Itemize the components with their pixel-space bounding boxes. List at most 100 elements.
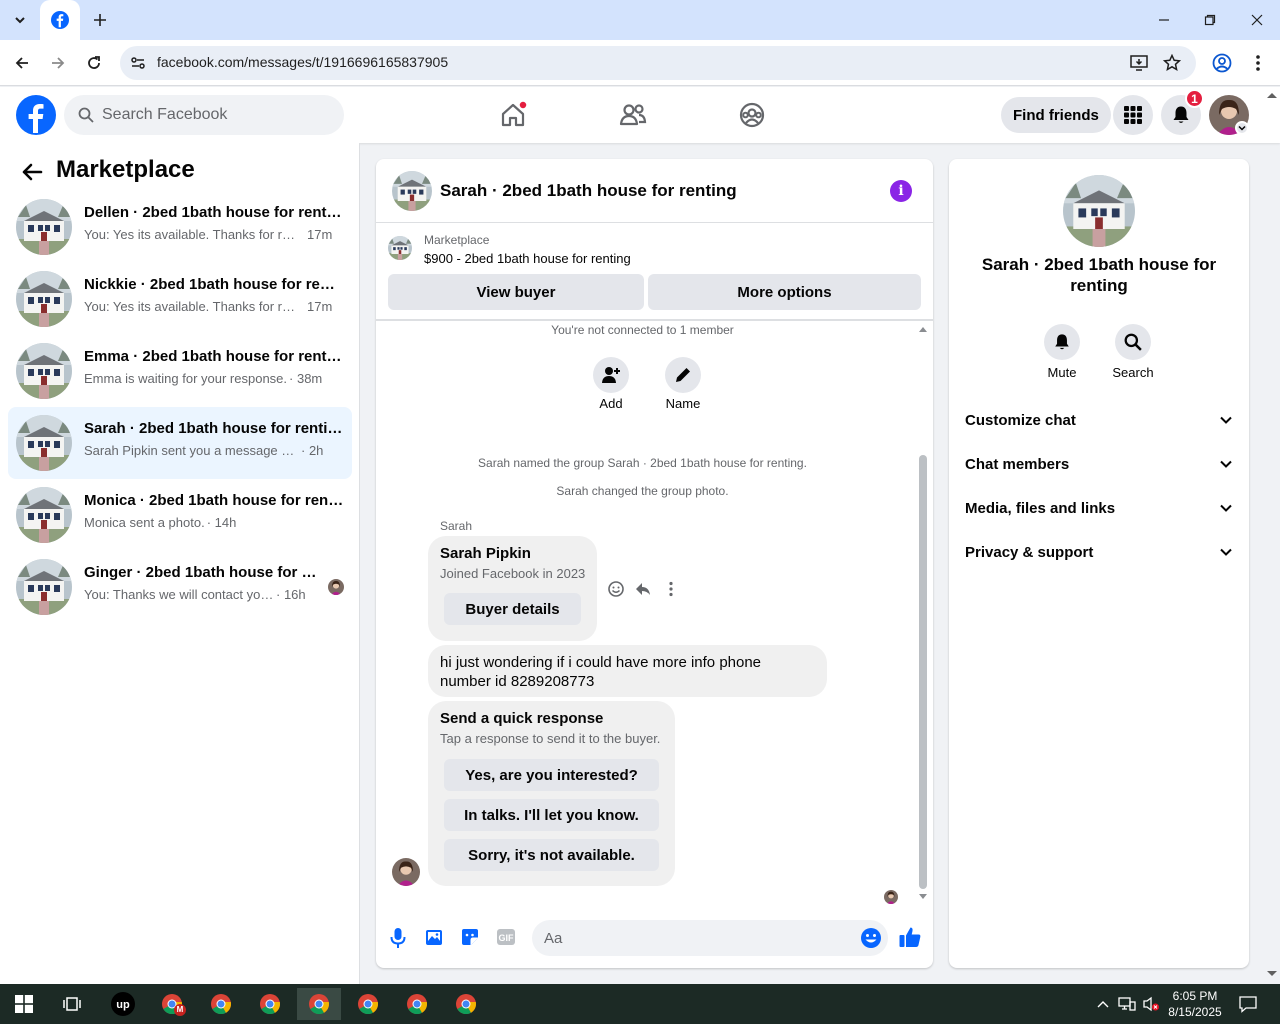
restore-button[interactable] (1190, 6, 1230, 34)
add-member-button[interactable] (593, 357, 629, 393)
site-settings-icon[interactable] (130, 55, 146, 71)
nav-friends[interactable] (613, 95, 653, 135)
task-view-button[interactable] (50, 988, 94, 1020)
reply-icon[interactable] (634, 580, 652, 598)
network-icon[interactable] (1118, 996, 1136, 1012)
sender-name: Sarah (440, 519, 473, 533)
search-conversation-button[interactable] (1115, 324, 1151, 360)
taskbar-chrome-profile[interactable] (395, 988, 439, 1020)
chat-title[interactable]: Sarah · 2bed 1bath house for renting (440, 181, 737, 201)
more-actions-icon[interactable] (664, 580, 678, 598)
account-menu-button[interactable] (1235, 121, 1249, 135)
back-arrow-icon[interactable] (20, 160, 44, 184)
new-tab-button[interactable] (88, 8, 112, 32)
chat-thumbnail[interactable] (392, 171, 432, 211)
privacy-support-section[interactable]: Privacy & support (955, 532, 1243, 572)
taskbar-upwork[interactable]: up (101, 988, 145, 1020)
page-scroll-up-icon[interactable] (1266, 91, 1278, 99)
conversation-name: Emma · 2bed 1bath house for renting (84, 348, 344, 365)
search-input[interactable] (102, 106, 322, 124)
taskbar-chrome-profile[interactable] (248, 988, 292, 1020)
action-center-icon[interactable] (1238, 994, 1258, 1014)
sender-avatar[interactable] (392, 858, 420, 886)
emoji-icon[interactable] (860, 927, 882, 949)
start-button[interactable] (2, 988, 46, 1020)
tray-chevron-up-icon[interactable] (1096, 998, 1110, 1010)
nav-home[interactable] (493, 95, 533, 135)
chevron-down-icon (15, 17, 25, 24)
svg-text:GIF: GIF (499, 933, 515, 943)
photo-icon[interactable] (424, 927, 444, 947)
browser-toolbar: facebook.com/messages/t/1916696165837905 (0, 40, 1280, 86)
more-options-button[interactable]: More options (648, 274, 921, 310)
customize-chat-section[interactable]: Customize chat (955, 400, 1243, 440)
forward-button[interactable] (44, 49, 72, 77)
scroll-down-arrow-icon[interactable] (918, 893, 928, 901)
buyer-details-button[interactable]: Buyer details (444, 593, 581, 625)
house-photo-image (16, 199, 72, 255)
quick-response-talks-button[interactable]: In talks. I'll let you know. (444, 799, 659, 831)
conversation-item[interactable]: Emma · 2bed 1bath house for renting Emma… (8, 335, 352, 407)
chevron-down-icon (1220, 460, 1232, 468)
facebook-search[interactable] (64, 95, 344, 135)
chat-members-section[interactable]: Chat members (955, 444, 1243, 484)
browser-tab-facebook[interactable] (40, 0, 80, 40)
profile-icon[interactable] (1212, 53, 1232, 73)
chevron-down-icon (1220, 504, 1232, 512)
info-icon[interactable]: i (890, 180, 912, 202)
listing-title[interactable]: $900 - 2bed 1bath house for renting (424, 251, 631, 266)
bookmark-star-icon[interactable] (1163, 54, 1181, 72)
back-button[interactable] (8, 49, 36, 77)
nav-groups[interactable] (732, 95, 772, 135)
conversation-item[interactable]: Ginger · 2bed 1bath house for renting Yo… (8, 551, 352, 623)
quick-response-yes-button[interactable]: Yes, are you interested? (444, 759, 659, 791)
conversation-item-active[interactable]: Sarah · 2bed 1bath house for renting Sar… (8, 407, 352, 479)
scroll-up-arrow-icon[interactable] (918, 325, 928, 333)
close-window-button[interactable] (1237, 6, 1277, 34)
conversation-thumbnail (16, 343, 72, 399)
conversation-item[interactable]: Nickkie · 2bed 1bath house for renting Y… (8, 263, 352, 335)
browser-tab-bar (0, 0, 1280, 40)
mute-button[interactable] (1044, 324, 1080, 360)
taskbar-chrome-profile[interactable] (346, 988, 390, 1020)
message-composer[interactable] (532, 920, 888, 956)
media-files-links-section[interactable]: Media, files and links (955, 488, 1243, 528)
gif-icon[interactable]: GIF (496, 928, 516, 946)
address-bar[interactable]: facebook.com/messages/t/1916696165837905 (120, 46, 1196, 80)
taskbar-chrome-profile[interactable] (199, 988, 243, 1020)
conversation-thumbnail (16, 415, 72, 471)
chat-scroll-thumb[interactable] (919, 455, 927, 889)
taskbar-chrome-active[interactable] (297, 988, 341, 1020)
microphone-icon[interactable] (388, 927, 408, 949)
kebab-menu-icon[interactable] (1250, 53, 1266, 73)
taskbar-chrome-profile[interactable] (444, 988, 488, 1020)
quick-response-unavailable-button[interactable]: Sorry, it's not available. (444, 839, 659, 871)
facebook-favicon-icon (51, 11, 69, 29)
message-input[interactable] (544, 929, 844, 947)
tab-search-button[interactable] (8, 8, 32, 32)
facebook-logo-icon[interactable] (16, 95, 56, 135)
taskbar-chrome-gmail[interactable]: M (150, 988, 194, 1020)
find-friends-button[interactable]: Find friends (1001, 97, 1111, 133)
reload-button[interactable] (80, 49, 108, 77)
mute-label: Mute (1047, 365, 1077, 380)
minimize-button[interactable] (1144, 6, 1184, 34)
system-clock[interactable]: 6:05 PM 8/15/2025 (1158, 988, 1232, 1020)
conversation-item[interactable]: Monica · 2bed 1bath house for renting Mo… (8, 479, 352, 551)
like-thumbs-up-icon[interactable] (898, 925, 922, 949)
url-text[interactable]: facebook.com/messages/t/1916696165837905 (157, 54, 448, 70)
menu-button[interactable] (1113, 95, 1153, 135)
react-emoji-icon[interactable] (607, 580, 625, 598)
message-bubble[interactable]: hi just wondering if i could have more i… (428, 645, 827, 697)
conversation-item[interactable]: Dellen · 2bed 1bath house for renting Yo… (8, 191, 352, 263)
chrome-icon (454, 992, 478, 1016)
sticker-icon[interactable] (460, 927, 480, 947)
marketplace-label: Marketplace (424, 233, 490, 247)
chrome-icon (405, 992, 429, 1016)
view-buyer-button[interactable]: View buyer (388, 274, 644, 310)
clock-time: 6:05 PM (1172, 989, 1218, 1003)
name-group-button[interactable] (665, 357, 701, 393)
install-app-icon[interactable] (1130, 54, 1148, 72)
windows-taskbar: up M 6:05 PM 8/15/2025 (0, 984, 1280, 1024)
page-scroll-down-icon[interactable] (1266, 970, 1278, 978)
